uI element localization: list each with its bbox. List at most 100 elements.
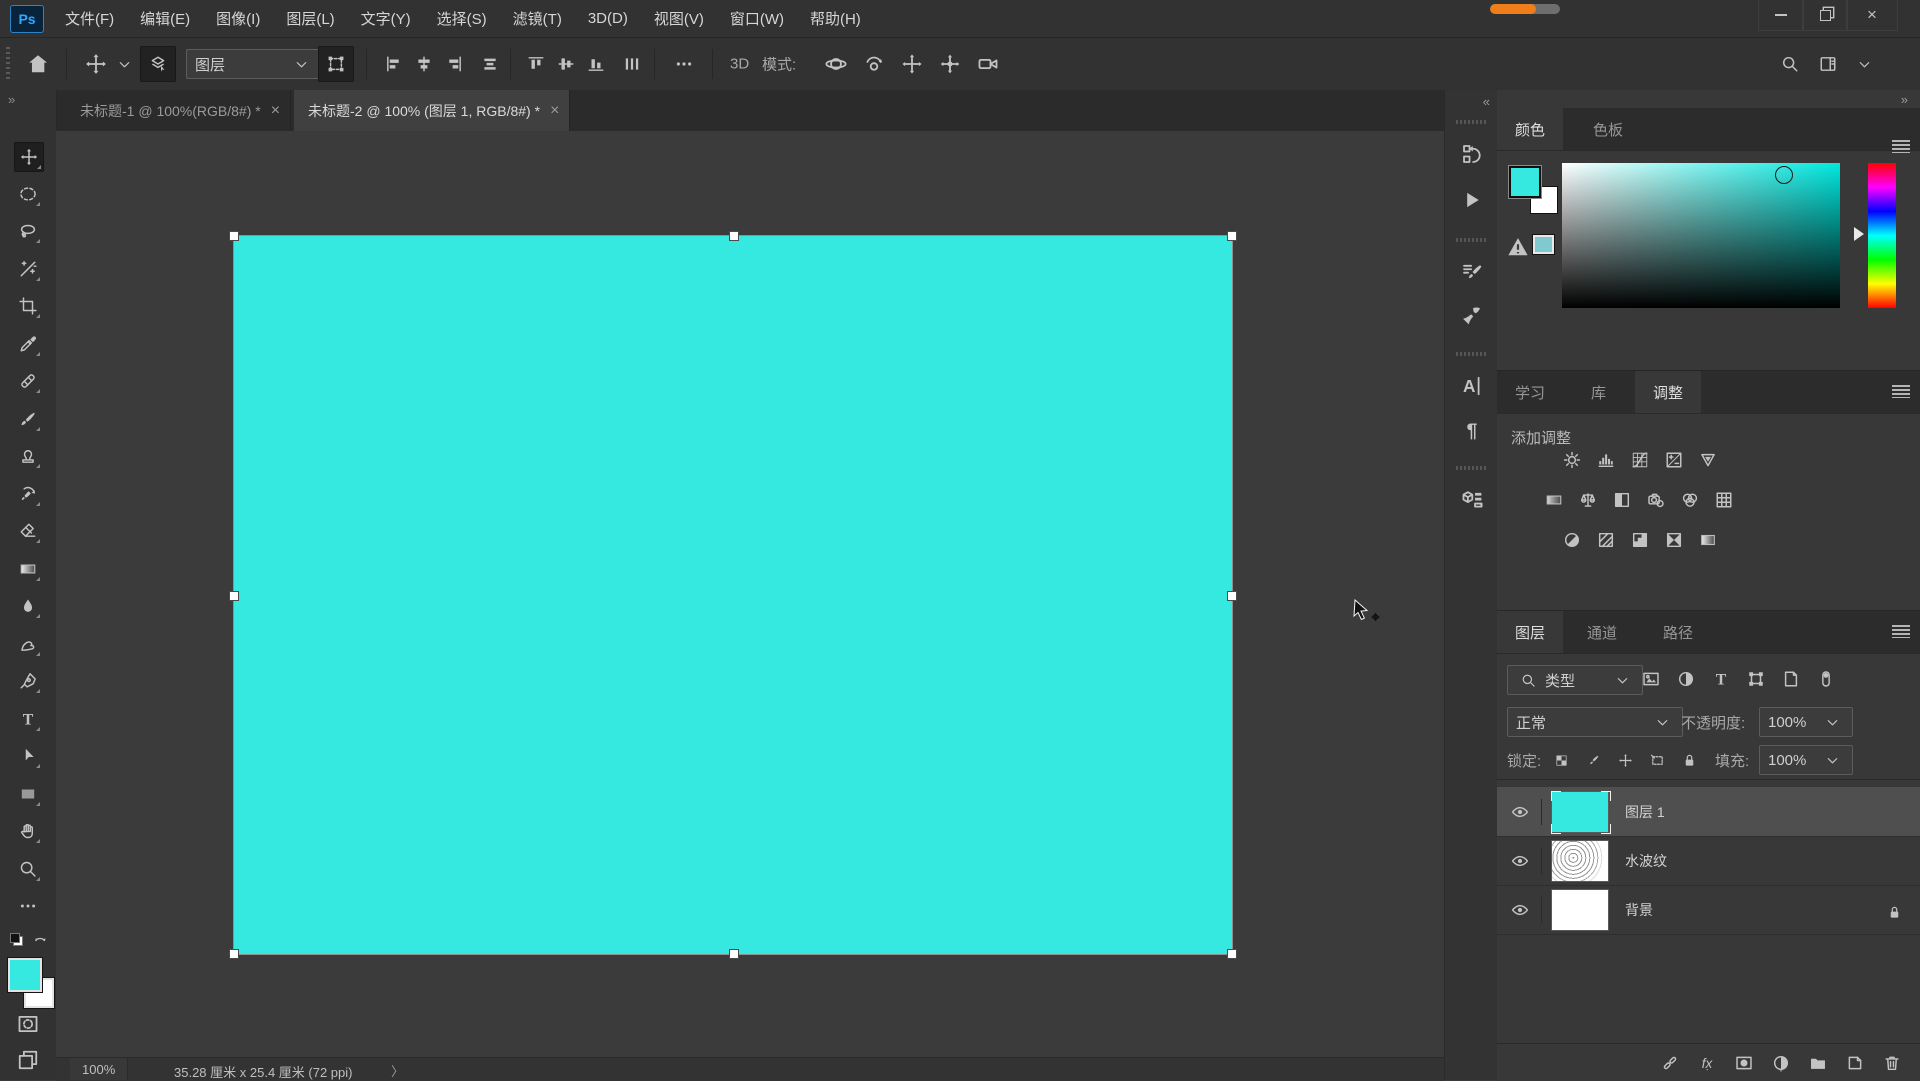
menu-item-7[interactable]: 3D(D) <box>575 0 641 37</box>
hue-strip[interactable] <box>1868 163 1896 308</box>
panel-grip[interactable] <box>1456 352 1486 356</box>
transform-handle[interactable] <box>229 949 239 959</box>
toolbar-expand-icon[interactable]: » <box>8 92 15 107</box>
panel-grip[interactable] <box>1456 238 1486 242</box>
document-tab-2[interactable]: 未标题-2 @ 100% (图层 1, RGB/8#) * × <box>294 90 570 131</box>
menu-item-8[interactable]: 视图(V) <box>641 0 717 37</box>
dock-collapse-icon[interactable]: » <box>1901 92 1908 107</box>
layer-style-fx-icon[interactable]: fx <box>1695 1051 1719 1075</box>
tool-eraser[interactable] <box>14 517 42 545</box>
layer-row-1[interactable]: 图层 1 <box>1497 787 1920 837</box>
menu-item-4[interactable]: 文字(Y) <box>348 0 424 37</box>
quick-mask-icon[interactable] <box>16 1012 40 1036</box>
lock-all-icon[interactable] <box>1677 748 1701 772</box>
adjustment-curves-icon[interactable] <box>1627 447 1653 473</box>
menu-item-10[interactable]: 帮助(H) <box>797 0 874 37</box>
distribute-v-icon[interactable] <box>620 52 644 76</box>
visibility-eye-icon[interactable] <box>1507 897 1542 923</box>
transform-handle[interactable] <box>729 949 739 959</box>
adjustment-vibrance-icon[interactable] <box>1695 447 1721 473</box>
adjustment-color-lookup-icon[interactable] <box>1711 487 1737 513</box>
adjustment-gradient-map-icon[interactable] <box>1661 527 1687 553</box>
saturation-brightness-field[interactable] <box>1562 163 1840 308</box>
camera-3d-icon[interactable] <box>976 52 1000 76</box>
tool-lasso[interactable] <box>14 217 42 245</box>
layer-row-2[interactable]: 水波纹 <box>1497 836 1920 886</box>
link-layers-icon[interactable] <box>1658 1051 1682 1075</box>
lock-transparent-icon[interactable] <box>1549 748 1573 772</box>
tool-history-brush[interactable] <box>14 480 42 508</box>
layer-filter-dropdown[interactable]: 类型 <box>1507 665 1643 695</box>
transform-controls-icon[interactable] <box>318 46 354 82</box>
close-tab-icon[interactable]: × <box>271 102 280 120</box>
actions-panel-icon[interactable] <box>1458 186 1486 214</box>
chevron-down-icon[interactable] <box>1852 52 1876 76</box>
distribute-icon[interactable] <box>478 52 502 76</box>
restore-button[interactable] <box>1802 0 1848 31</box>
panel-menu-icon[interactable] <box>1892 140 1910 153</box>
tool-blur[interactable] <box>14 592 42 620</box>
tool-spot-healing[interactable] <box>14 367 42 395</box>
menu-item-2[interactable]: 图像(I) <box>203 0 273 37</box>
tool-path-selection[interactable] <box>14 742 42 770</box>
transform-handle[interactable] <box>729 231 739 241</box>
search-icon[interactable] <box>1778 52 1802 76</box>
adjustment-invert-icon[interactable] <box>1559 527 1585 553</box>
menu-item-9[interactable]: 窗口(W) <box>717 0 797 37</box>
new-group-icon[interactable] <box>1806 1051 1830 1075</box>
transform-handle[interactable] <box>1227 231 1237 241</box>
tool-magic-wand[interactable] <box>14 255 42 283</box>
transform-handle[interactable] <box>229 591 239 601</box>
layer-thumbnail[interactable] <box>1551 889 1609 931</box>
swap-colors-icon[interactable] <box>28 930 52 954</box>
adjustment-brightness-contrast-icon[interactable] <box>1559 447 1585 473</box>
tool-gradient[interactable] <box>14 555 42 583</box>
lock-artboard-icon[interactable] <box>1645 748 1669 772</box>
type-layer-filter-icon[interactable]: T <box>1709 667 1733 691</box>
blend-mode-dropdown[interactable]: 正常 <box>1507 707 1683 737</box>
shape-layer-filter-icon[interactable] <box>1744 667 1768 691</box>
lock-pixels-icon[interactable] <box>1581 748 1605 772</box>
menu-item-3[interactable]: 图层(L) <box>273 0 347 37</box>
brushes-panel-icon[interactable] <box>1458 302 1486 330</box>
delete-layer-icon[interactable] <box>1880 1051 1904 1075</box>
tab-learn[interactable]: 学习 <box>1497 371 1563 413</box>
pan-3d-icon[interactable] <box>900 52 924 76</box>
tool-type[interactable]: T <box>14 705 42 733</box>
adjustment-threshold-icon[interactable] <box>1627 527 1653 553</box>
new-layer-icon[interactable] <box>1843 1051 1867 1075</box>
transform-handle[interactable] <box>1227 591 1237 601</box>
fill-field[interactable]: 100% <box>1759 745 1853 775</box>
align-middle-icon[interactable] <box>554 52 578 76</box>
brush-settings-panel-icon[interactable] <box>1458 258 1486 286</box>
adjustment-black-white-icon[interactable] <box>1609 487 1635 513</box>
tab-libraries[interactable]: 库 <box>1573 371 1624 413</box>
screen-mode-icon[interactable] <box>16 1048 40 1072</box>
tool-clone-stamp[interactable] <box>14 442 42 470</box>
history-panel-icon[interactable] <box>1458 140 1486 168</box>
tab-layers[interactable]: 图层 <box>1497 611 1563 653</box>
tool-zoom[interactable] <box>14 855 42 883</box>
adjustment-levels-icon[interactable] <box>1593 447 1619 473</box>
auto-select-icon[interactable] <box>140 46 176 82</box>
align-center-h-icon[interactable] <box>412 52 436 76</box>
panel-foreground-swatch[interactable] <box>1509 166 1541 198</box>
panel-menu-icon[interactable] <box>1892 385 1910 398</box>
menu-item-1[interactable]: 编辑(E) <box>127 0 203 37</box>
adjustment-hue-saturation-icon[interactable] <box>1541 487 1567 513</box>
transform-handle[interactable] <box>1227 949 1237 959</box>
workspace-icon[interactable] <box>1816 52 1840 76</box>
adjustment-selective-color-icon[interactable] <box>1695 527 1721 553</box>
tab-channels[interactable]: 通道 <box>1569 611 1635 653</box>
adjustment-color-balance-icon[interactable] <box>1575 487 1601 513</box>
visibility-eye-icon[interactable] <box>1507 799 1542 825</box>
tool-smudge[interactable] <box>14 630 42 658</box>
color-field-picker[interactable] <box>1775 166 1793 184</box>
tab-swatches[interactable]: 色板 <box>1575 108 1641 150</box>
panel-menu-icon[interactable] <box>1892 625 1910 638</box>
tool-edit-toolbar[interactable] <box>14 892 42 920</box>
panel-grip[interactable] <box>1456 120 1486 124</box>
tool-move[interactable] <box>14 142 44 172</box>
tool-rectangle[interactable] <box>14 780 42 808</box>
strip-collapse-icon[interactable]: « <box>1483 94 1490 109</box>
